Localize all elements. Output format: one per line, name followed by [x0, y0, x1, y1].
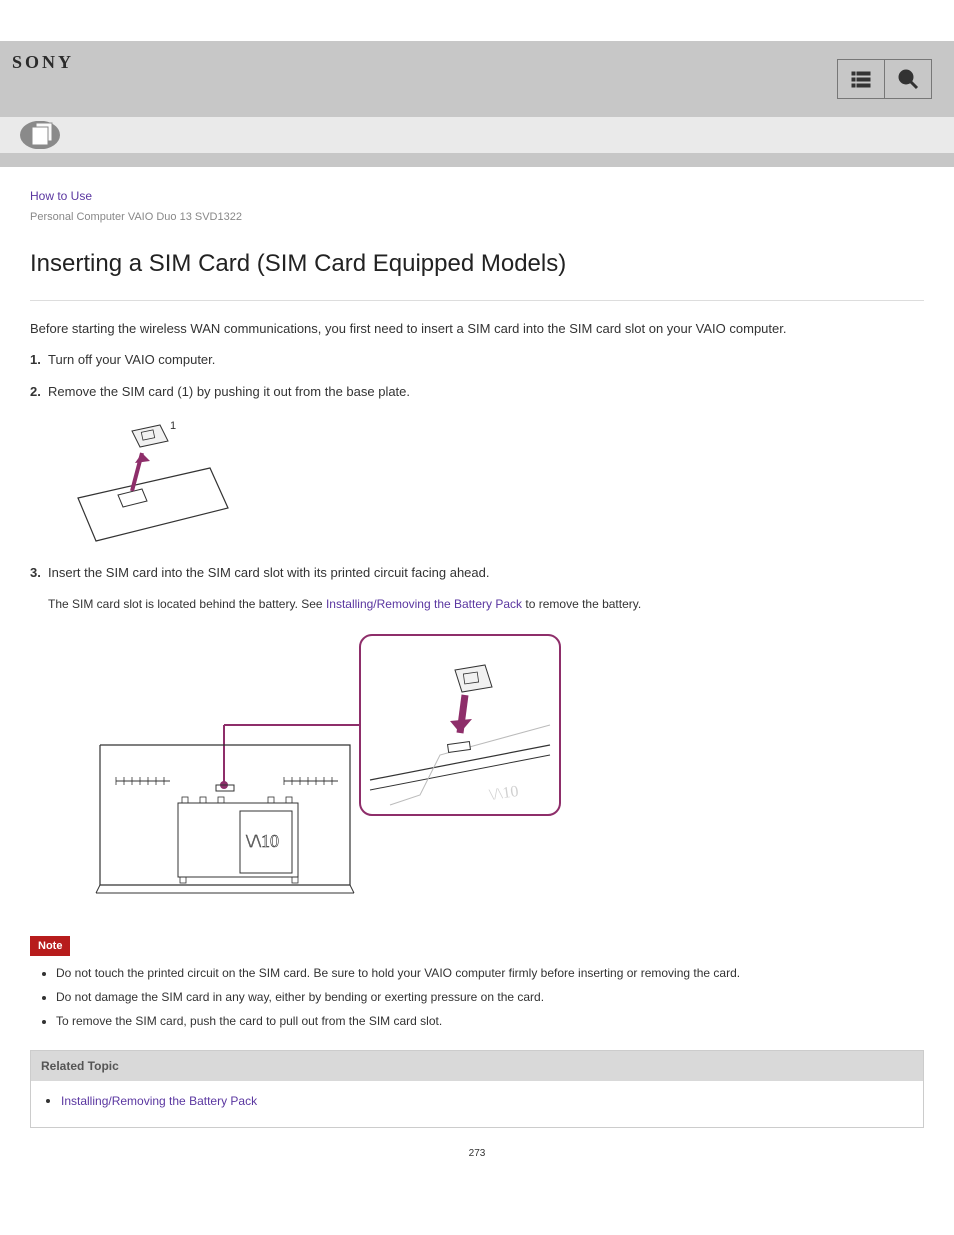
diagram-sim-insert: \/\10	[60, 625, 570, 915]
step-number: 1.	[30, 350, 41, 370]
step-number: 3.	[30, 563, 41, 583]
intro-text: Before starting the wireless WAN communi…	[30, 319, 924, 339]
step-3: 3. Insert the SIM card into the SIM card…	[48, 563, 924, 583]
note-badge: Note	[30, 936, 70, 957]
list-icon	[849, 67, 873, 91]
note-item: Do not damage the SIM card in any way, e…	[56, 988, 924, 1006]
svg-text:\/\10: \/\10	[488, 783, 519, 804]
divider	[30, 300, 924, 301]
link-battery[interactable]: Installing/Removing the Battery Pack	[326, 597, 522, 611]
step-1: 1. Turn off your VAIO computer.	[48, 350, 924, 370]
page-title: Inserting a SIM Card (SIM Card Equipped …	[30, 246, 924, 282]
step-3-subtext: The SIM card slot is located behind the …	[48, 595, 924, 613]
note-list: Do not touch the printed circuit on the …	[56, 964, 924, 1030]
step-text: Remove the SIM card (1) by pushing it ou…	[48, 384, 410, 399]
toc-button[interactable]	[837, 59, 885, 99]
step-2: 2. Remove the SIM card (1) by pushing it…	[48, 382, 924, 402]
related-item: Installing/Removing the Battery Pack	[61, 1091, 913, 1111]
related-header: Related Topic	[31, 1051, 923, 1081]
step-number: 2.	[30, 382, 41, 402]
header: SONY	[0, 41, 954, 117]
breadcrumb[interactable]: How to Use	[30, 187, 924, 205]
subheader	[0, 117, 954, 153]
note-item: Do not touch the printed circuit on the …	[56, 964, 924, 982]
folder-icon	[12, 120, 68, 150]
diagram-sim-removal: 1	[60, 413, 240, 543]
note-item: To remove the SIM card, push the card to…	[56, 1012, 924, 1030]
related-link[interactable]: Installing/Removing the Battery Pack	[61, 1094, 257, 1108]
step-text: Insert the SIM card into the SIM card sl…	[48, 565, 489, 580]
step-text: Turn off your VAIO computer.	[48, 352, 215, 367]
svg-text:\/\10: \/\10	[246, 831, 279, 851]
search-icon	[896, 67, 920, 91]
diagram-label-1: 1	[170, 420, 176, 432]
product-model: Personal Computer VAIO Duo 13 SVD1322	[30, 209, 924, 226]
brand-logo: SONY	[12, 49, 942, 76]
related-topic-box: Related Topic Installing/Removing the Ba…	[30, 1050, 924, 1128]
search-button[interactable]	[884, 59, 932, 99]
page-number: 273	[30, 1146, 924, 1161]
